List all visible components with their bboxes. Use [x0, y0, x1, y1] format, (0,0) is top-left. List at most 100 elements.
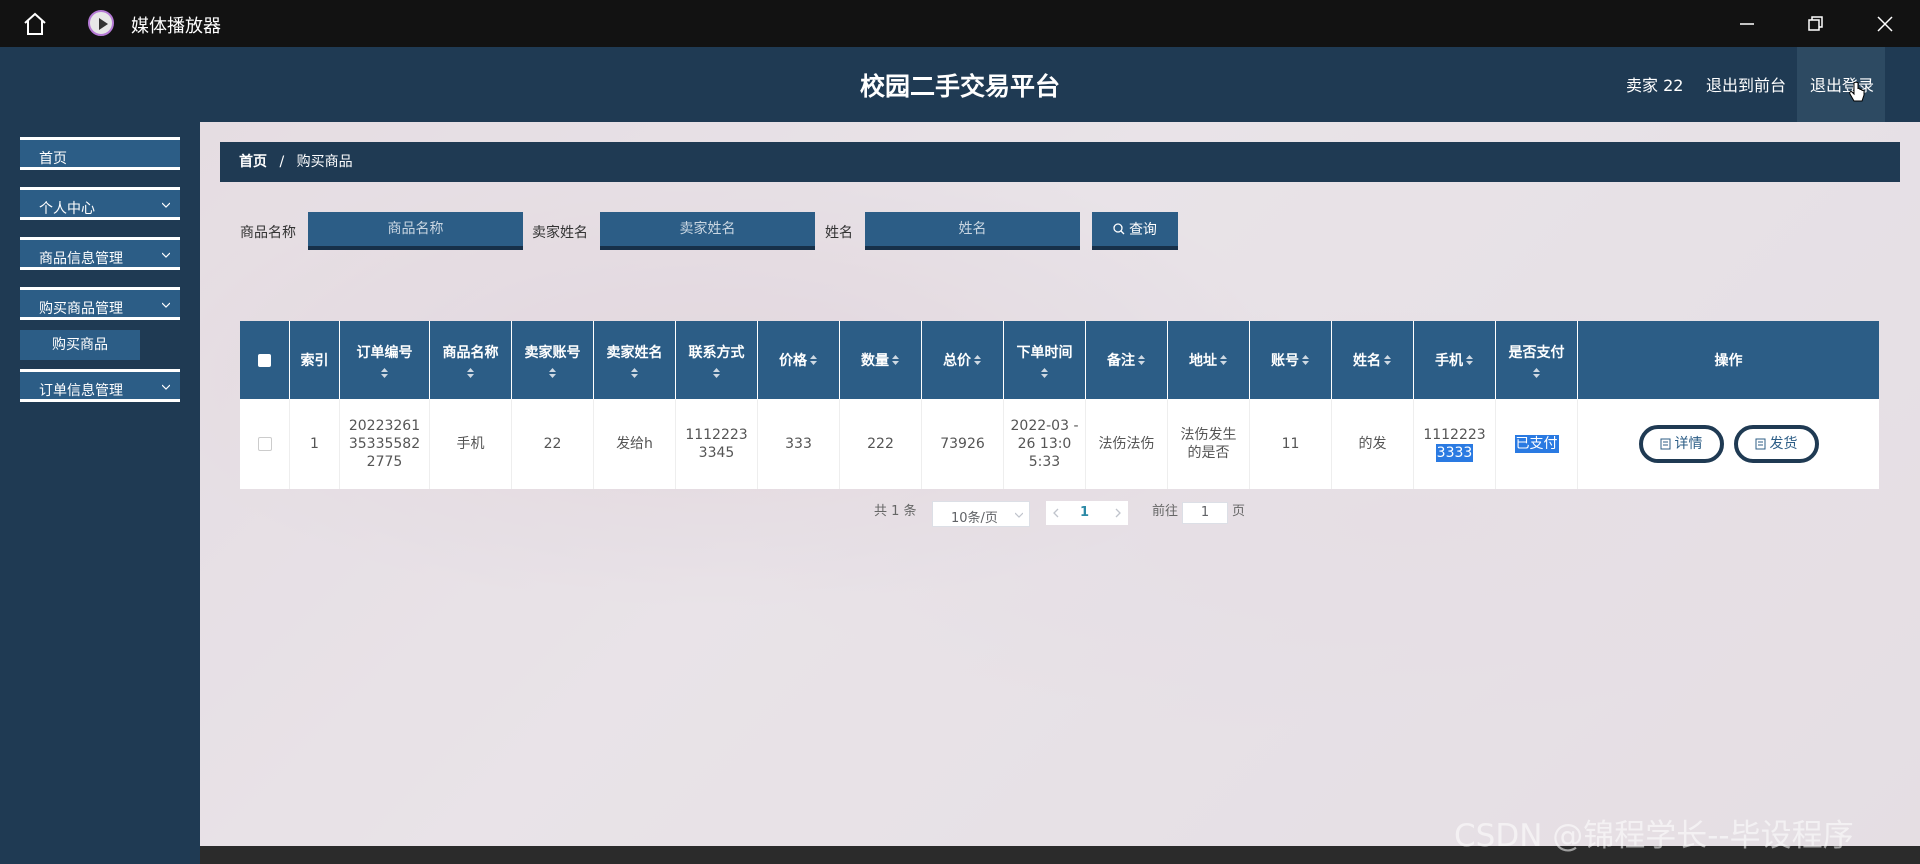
cell-order-no: 20223261 35335582 2775: [340, 399, 430, 489]
search-button[interactable]: 查询: [1092, 212, 1178, 250]
sort-icon[interactable]: [1383, 354, 1392, 366]
hand-cursor-icon: [1849, 82, 1865, 102]
sidebar-item-label: 首页: [39, 151, 67, 167]
app-header: 校园二手交易平台 卖家 22 退出到前台 退出登录: [0, 47, 1920, 123]
column-header[interactable]: 商品名称: [430, 321, 512, 399]
table-header: 索引 订单编号 商品名称 卖家账号 卖家姓名 联系方式 价格 数量 总价 下单时…: [240, 321, 1879, 399]
paid-status: 已支付: [1514, 435, 1559, 453]
detail-button-label: 详情: [1674, 436, 1703, 452]
column-header[interactable]: 订单编号: [340, 321, 430, 399]
select-all-checkbox-cell[interactable]: [240, 321, 290, 399]
breadcrumb-separator: /: [279, 154, 285, 170]
column-header[interactable]: 地址: [1168, 321, 1250, 399]
product-name-input[interactable]: [308, 212, 523, 250]
search-icon: [1113, 223, 1125, 235]
next-page-icon[interactable]: [1114, 508, 1122, 518]
column-header[interactable]: 价格: [758, 321, 840, 399]
sort-icon[interactable]: [891, 354, 900, 366]
minimize-icon[interactable]: [1733, 10, 1761, 38]
close-icon[interactable]: [1871, 10, 1899, 38]
sort-icon[interactable]: [1040, 367, 1049, 379]
column-header[interactable]: 卖家账号: [512, 321, 594, 399]
column-header[interactable]: 数量: [840, 321, 922, 399]
cell-seller-name: 发给h: [594, 399, 676, 489]
cell-account: 11: [1250, 399, 1332, 489]
chevron-down-icon: [162, 252, 170, 258]
column-header[interactable]: 下单时间: [1004, 321, 1086, 399]
sidebar-item-product-management[interactable]: 商品信息管理: [20, 237, 180, 270]
column-header[interactable]: 备注: [1086, 321, 1168, 399]
sidebar: 首页 个人中心 商品信息管理 购买商品管理 购买商品 订单信息管理: [0, 122, 200, 864]
cell-address: 法伤发生 的是否: [1168, 399, 1250, 489]
column-header[interactable]: 账号: [1250, 321, 1332, 399]
table-row: 1 20223261 35335582 2775 手机 22 发给h 11122…: [240, 399, 1879, 489]
cell-contact: 1112223 3345: [676, 399, 758, 489]
column-header: 索引: [290, 321, 340, 399]
purchase-table: 索引 订单编号 商品名称 卖家账号 卖家姓名 联系方式 价格 数量 总价 下单时…: [240, 321, 1879, 489]
sidebar-item-label: 购买商品管理: [39, 301, 123, 317]
ship-button[interactable]: 发货: [1733, 425, 1819, 463]
select-all-checkbox[interactable]: [258, 353, 271, 367]
search-label-seller: 卖家姓名: [532, 225, 588, 241]
sort-icon[interactable]: [712, 367, 721, 379]
window-titlebar: 媒体播放器: [0, 0, 1920, 47]
pagination-total: 共 1 条: [874, 504, 917, 519]
sort-icon[interactable]: [1219, 354, 1228, 366]
seller-name-input[interactable]: [600, 212, 815, 250]
name-input[interactable]: [865, 212, 1080, 250]
sort-icon[interactable]: [973, 354, 982, 366]
sort-icon[interactable]: [1532, 367, 1541, 379]
sort-icon[interactable]: [380, 367, 389, 379]
home-icon[interactable]: [22, 11, 48, 37]
search-label-name: 姓名: [825, 225, 853, 241]
window-title: 媒体播放器: [131, 16, 221, 37]
breadcrumb-current: 购买商品: [296, 154, 353, 170]
sidebar-item-home[interactable]: 首页: [20, 137, 180, 170]
detail-button[interactable]: 详情: [1638, 425, 1724, 463]
prev-page-icon[interactable]: [1052, 508, 1060, 518]
sidebar-item-label: 订单信息管理: [39, 383, 123, 399]
sort-icon[interactable]: [548, 367, 557, 379]
column-header[interactable]: 手机: [1414, 321, 1496, 399]
cell-total: 73926: [922, 399, 1004, 489]
sort-icon[interactable]: [1137, 354, 1146, 366]
sidebar-item-order-management[interactable]: 订单信息管理: [20, 369, 180, 402]
sort-icon[interactable]: [1301, 354, 1310, 366]
cell-remark: 法伤法伤: [1086, 399, 1168, 489]
search-label-product: 商品名称: [240, 225, 296, 241]
document-icon: [1755, 438, 1765, 450]
cell-order-time: 2022-03 -26 13:0 5:33: [1004, 399, 1086, 489]
chevron-down-icon: [162, 384, 170, 390]
column-header[interactable]: 总价: [922, 321, 1004, 399]
column-header[interactable]: 姓名: [1332, 321, 1414, 399]
sidebar-item-purchase-management[interactable]: 购买商品管理: [20, 287, 180, 320]
cell-phone-line2: 3333: [1435, 444, 1474, 462]
chevron-down-icon: [162, 302, 170, 308]
search-button-label: 查询: [1128, 221, 1157, 237]
column-header: 操作: [1714, 353, 1743, 369]
column-header[interactable]: 是否支付: [1496, 321, 1578, 399]
restore-icon[interactable]: [1801, 10, 1829, 38]
media-player-logo-icon: [88, 10, 114, 36]
page-size-select[interactable]: 10条/页: [932, 501, 1030, 527]
sidebar-item-label: 个人中心: [39, 201, 95, 217]
sidebar-subitem-purchase[interactable]: 购买商品: [20, 330, 140, 360]
chevron-down-icon: [162, 202, 170, 208]
breadcrumb-home[interactable]: 首页: [239, 154, 267, 170]
cell-quantity: 222: [840, 399, 922, 489]
sort-icon[interactable]: [630, 367, 639, 379]
sort-icon[interactable]: [809, 354, 818, 366]
current-page[interactable]: 1: [1080, 505, 1089, 520]
cell-paid: 已支付: [1496, 399, 1578, 489]
back-to-front-link[interactable]: 退出到前台: [1706, 72, 1786, 96]
goto-page-input[interactable]: 1: [1182, 502, 1228, 524]
column-header[interactable]: 联系方式: [676, 321, 758, 399]
chevron-down-icon: [1015, 512, 1023, 518]
sidebar-item-personal-center[interactable]: 个人中心: [20, 187, 180, 220]
column-header[interactable]: 卖家姓名: [594, 321, 676, 399]
row-checkbox[interactable]: [257, 437, 272, 451]
row-checkbox-cell[interactable]: [240, 399, 290, 489]
sort-icon[interactable]: [1465, 354, 1474, 366]
goto-label: 前往: [1152, 504, 1179, 519]
sort-icon[interactable]: [466, 367, 475, 379]
